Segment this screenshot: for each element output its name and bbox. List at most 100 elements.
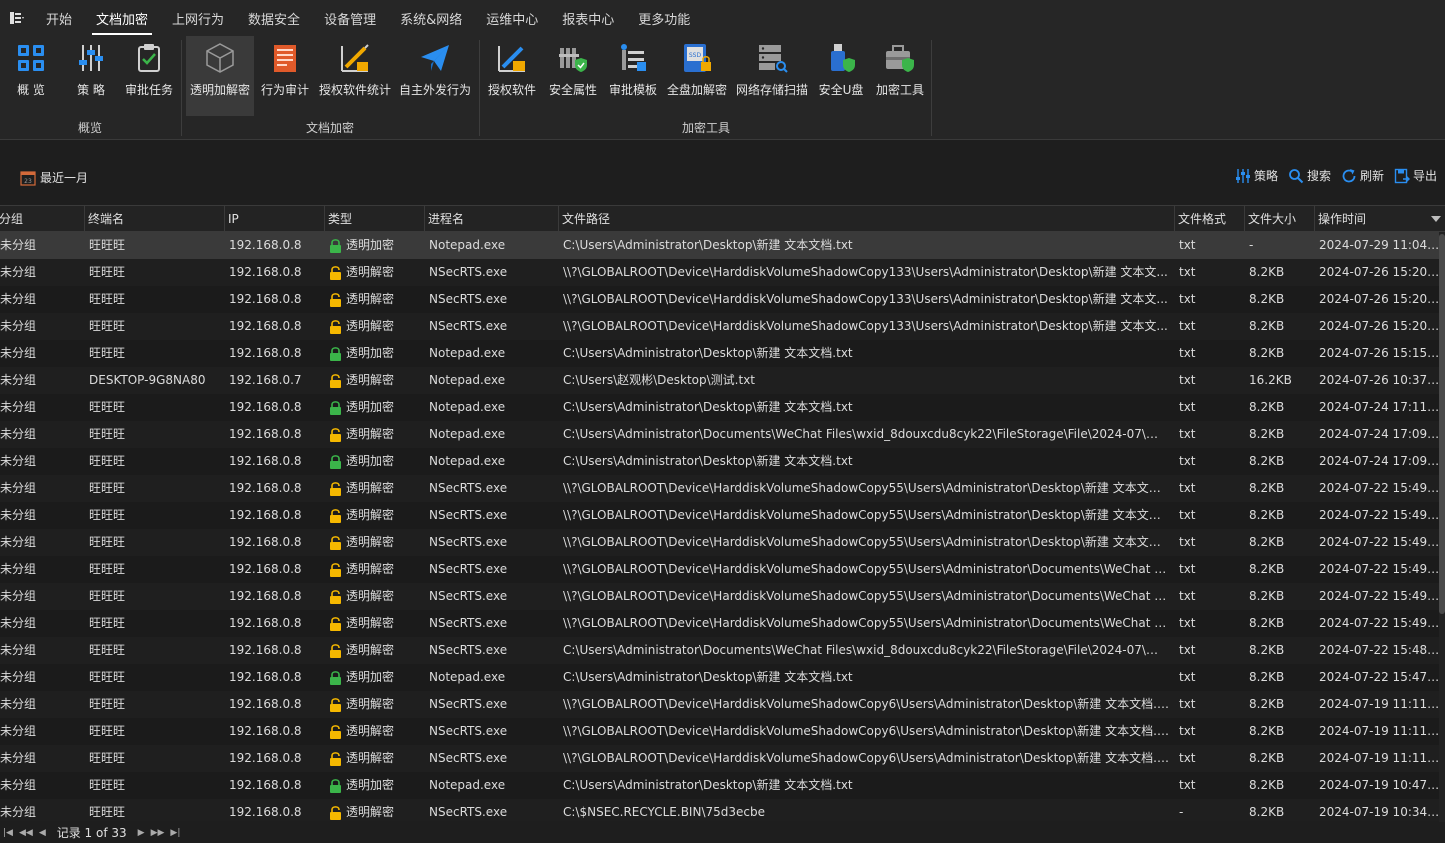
column-header-file-path[interactable]: 文件路径 [558,206,1174,232]
menu-tab[interactable]: 开始 [34,0,84,36]
lock-closed-icon [330,239,341,253]
table-row[interactable]: 未分组 旺旺旺 192.168.0.8 透明加密 Notepad.exe C:\Users… [0,340,1445,367]
table-row[interactable]: 未分组 旺旺旺 192.168.0.8 透明解密 NSecRTS.exe \\?\GLOB… [0,610,1445,637]
self-outgoing-button[interactable]: 自主外发行为 [396,36,474,116]
table-row[interactable]: 未分组 旺旺旺 192.168.0.8 透明解密 NSecRTS.exe \\?\GLOB… [0,556,1445,583]
cell-ip: 192.168.0.8 [229,643,302,657]
cell-file-size: 8.2KB [1249,562,1285,576]
security-attribute-button[interactable]: 安全属性 [544,36,602,116]
overview-button[interactable]: 概 览 [4,36,58,116]
lock-closed-icon [330,455,341,469]
table-row[interactable]: 未分组 旺旺旺 192.168.0.8 透明解密 NSecRTS.exe C:\$NSEC… [0,799,1445,821]
secure-usb-button[interactable]: 安全U盘 [812,36,870,116]
cell-file-size: 8.2KB [1249,643,1285,657]
approval-task-button[interactable]: 审批任务 [120,36,178,116]
lock-open-icon [330,725,341,739]
transparent-crypt-button[interactable]: 透明加解密 [186,36,254,116]
cell-group: 未分组 [0,562,37,576]
policy-action-button[interactable]: 策略 [1235,167,1278,184]
app-menu-button[interactable] [0,0,34,36]
menu-tab[interactable]: 运维中心 [474,0,550,36]
table-row[interactable]: 未分组 旺旺旺 192.168.0.8 透明解密 NSecRTS.exe \\?\GLOB… [0,718,1445,745]
column-header-terminal[interactable]: 终端名 [84,206,224,232]
type-label: 透明解密 [346,265,395,279]
last-page-icon[interactable]: ▶| [170,828,180,838]
full-disk-crypt-button[interactable]: SSD 全盘加解密 [664,36,730,116]
cell-ip: 192.168.0.8 [229,724,302,738]
table-row[interactable]: 未分组 旺旺旺 192.168.0.8 透明解密 NSecRTS.exe \\?\GLOB… [0,259,1445,286]
network-storage-scan-button[interactable]: 网络存储扫描 [734,36,810,116]
prev-icon[interactable]: ◀ [39,828,46,838]
table-row[interactable]: 未分组 旺旺旺 192.168.0.8 透明加密 Notepad.exe C:\Users… [0,232,1445,259]
column-header-process[interactable]: 进程名 [424,206,558,232]
cell-file-format: txt [1179,400,1196,414]
lock-open-icon [330,563,341,577]
cell-group: 未分组 [0,697,37,711]
column-header-type[interactable]: 类型 [324,206,424,232]
cell-file-format: txt [1179,562,1196,576]
auth-software-button[interactable]: 授权软件 [484,36,540,116]
cell-group: 未分组 [0,400,37,414]
cell-terminal: 旺旺旺 [89,589,126,603]
table-row[interactable]: 未分组 旺旺旺 192.168.0.8 透明加密 Notepad.exe C:\Users… [0,772,1445,799]
table-row[interactable]: 未分组 旺旺旺 192.168.0.8 透明解密 NSecRTS.exe \\?\GLOB… [0,313,1445,340]
next-page-icon[interactable]: ▶▶ [151,828,165,838]
scrollbar-thumb[interactable] [1439,234,1445,614]
table-row[interactable]: 未分组 旺旺旺 192.168.0.8 透明解密 NSecRTS.exe \\?\GLOB… [0,502,1445,529]
cell-time: 2024-07-22 15:49:03 [1319,535,1443,549]
column-header-time[interactable]: 操作时间 [1314,206,1445,232]
lock-closed-icon [330,347,341,361]
table-row[interactable]: 未分组 旺旺旺 192.168.0.8 透明加密 Notepad.exe C:\Users… [0,664,1445,691]
server-search-icon [754,40,790,76]
menu-tab[interactable]: 设备管理 [312,0,388,36]
next-icon[interactable]: ▶ [138,828,145,838]
table-row[interactable]: 未分组 旺旺旺 192.168.0.8 透明解密 NSecRTS.exe \\?\GLOB… [0,286,1445,313]
prev-page-icon[interactable]: ◀◀ [19,828,33,838]
refresh-button[interactable]: 刷新 [1341,167,1384,184]
menu-tab[interactable]: 系统&网络 [388,0,474,36]
cell-time: 2024-07-29 11:04:55 [1319,238,1443,252]
cell-file-format: txt [1179,373,1196,387]
table-row[interactable]: 未分组 旺旺旺 192.168.0.8 透明解密 NSecRTS.exe \\?\GLOB… [0,691,1445,718]
table-row[interactable]: 未分组 旺旺旺 192.168.0.8 透明解密 Notepad.exe C:\Users… [0,421,1445,448]
table-row[interactable]: 未分组 旺旺旺 192.168.0.8 透明加密 Notepad.exe C:\Users… [0,448,1445,475]
policy-button[interactable]: 策 略 [64,36,118,116]
first-page-icon[interactable]: |◀ [3,828,13,838]
menu-tab[interactable]: 报表中心 [550,0,626,36]
cell-ip: 192.168.0.8 [229,616,302,630]
cell-file-path: C:\Users\Administrator\Desktop\新建 文本文档.t… [563,238,853,252]
vertical-scrollbar[interactable] [1439,232,1445,822]
cell-terminal: 旺旺旺 [89,535,126,549]
lock-open-icon [330,698,341,712]
auth-software-stats-button[interactable]: 授权软件统计 [316,36,394,116]
behavior-audit-button[interactable]: 行为审计 [258,36,312,116]
cell-terminal: 旺旺旺 [89,616,126,630]
lock-open-icon [330,428,341,442]
crypto-tool-button[interactable]: 加密工具 [872,36,928,116]
search-button[interactable]: 搜索 [1288,167,1331,184]
column-header-group[interactable]: 分组 [0,206,85,232]
type-label: 透明解密 [346,373,395,387]
table-row[interactable]: 未分组 旺旺旺 192.168.0.8 透明解密 NSecRTS.exe \\?\GLOB… [0,745,1445,772]
table-row[interactable]: 未分组 DESKTOP-9G8NA80 192.168.0.7 透明解密 Notepad… [0,367,1445,394]
column-header-file-format[interactable]: 文件格式 [1174,206,1244,232]
ribbon-group-label: 加密工具 [681,121,730,135]
table-row[interactable]: 未分组 旺旺旺 192.168.0.8 透明解密 NSecRTS.exe \\?\GLOB… [0,475,1445,502]
cell-file-size: 8.2KB [1249,670,1285,684]
menu-tab[interactable]: 文档加密 [84,0,160,36]
cell-file-size: 8.2KB [1249,427,1285,441]
cell-terminal: 旺旺旺 [89,292,126,306]
table-row[interactable]: 未分组 旺旺旺 192.168.0.8 透明解密 NSecRTS.exe C:\Users… [0,637,1445,664]
date-filter-button[interactable]: 23 最近一月 [20,169,88,186]
column-header-file-size[interactable]: 文件大小 [1244,206,1314,232]
column-header-ip[interactable]: IP [224,206,324,232]
menu-tab[interactable]: 上网行为 [160,0,236,36]
table-row[interactable]: 未分组 旺旺旺 192.168.0.8 透明解密 NSecRTS.exe \\?\GLOB… [0,529,1445,556]
table-row[interactable]: 未分组 旺旺旺 192.168.0.8 透明加密 Notepad.exe C:\Users… [0,394,1445,421]
toolbar: 23 最近一月 策略 搜索 刷新 导出 [0,141,1445,205]
export-button[interactable]: 导出 [1394,167,1437,184]
approval-template-button[interactable]: 审批模板 [604,36,662,116]
menu-tab[interactable]: 更多功能 [626,0,702,36]
menu-tab[interactable]: 数据安全 [236,0,312,36]
table-row[interactable]: 未分组 旺旺旺 192.168.0.8 透明解密 NSecRTS.exe \\?\GLOB… [0,583,1445,610]
